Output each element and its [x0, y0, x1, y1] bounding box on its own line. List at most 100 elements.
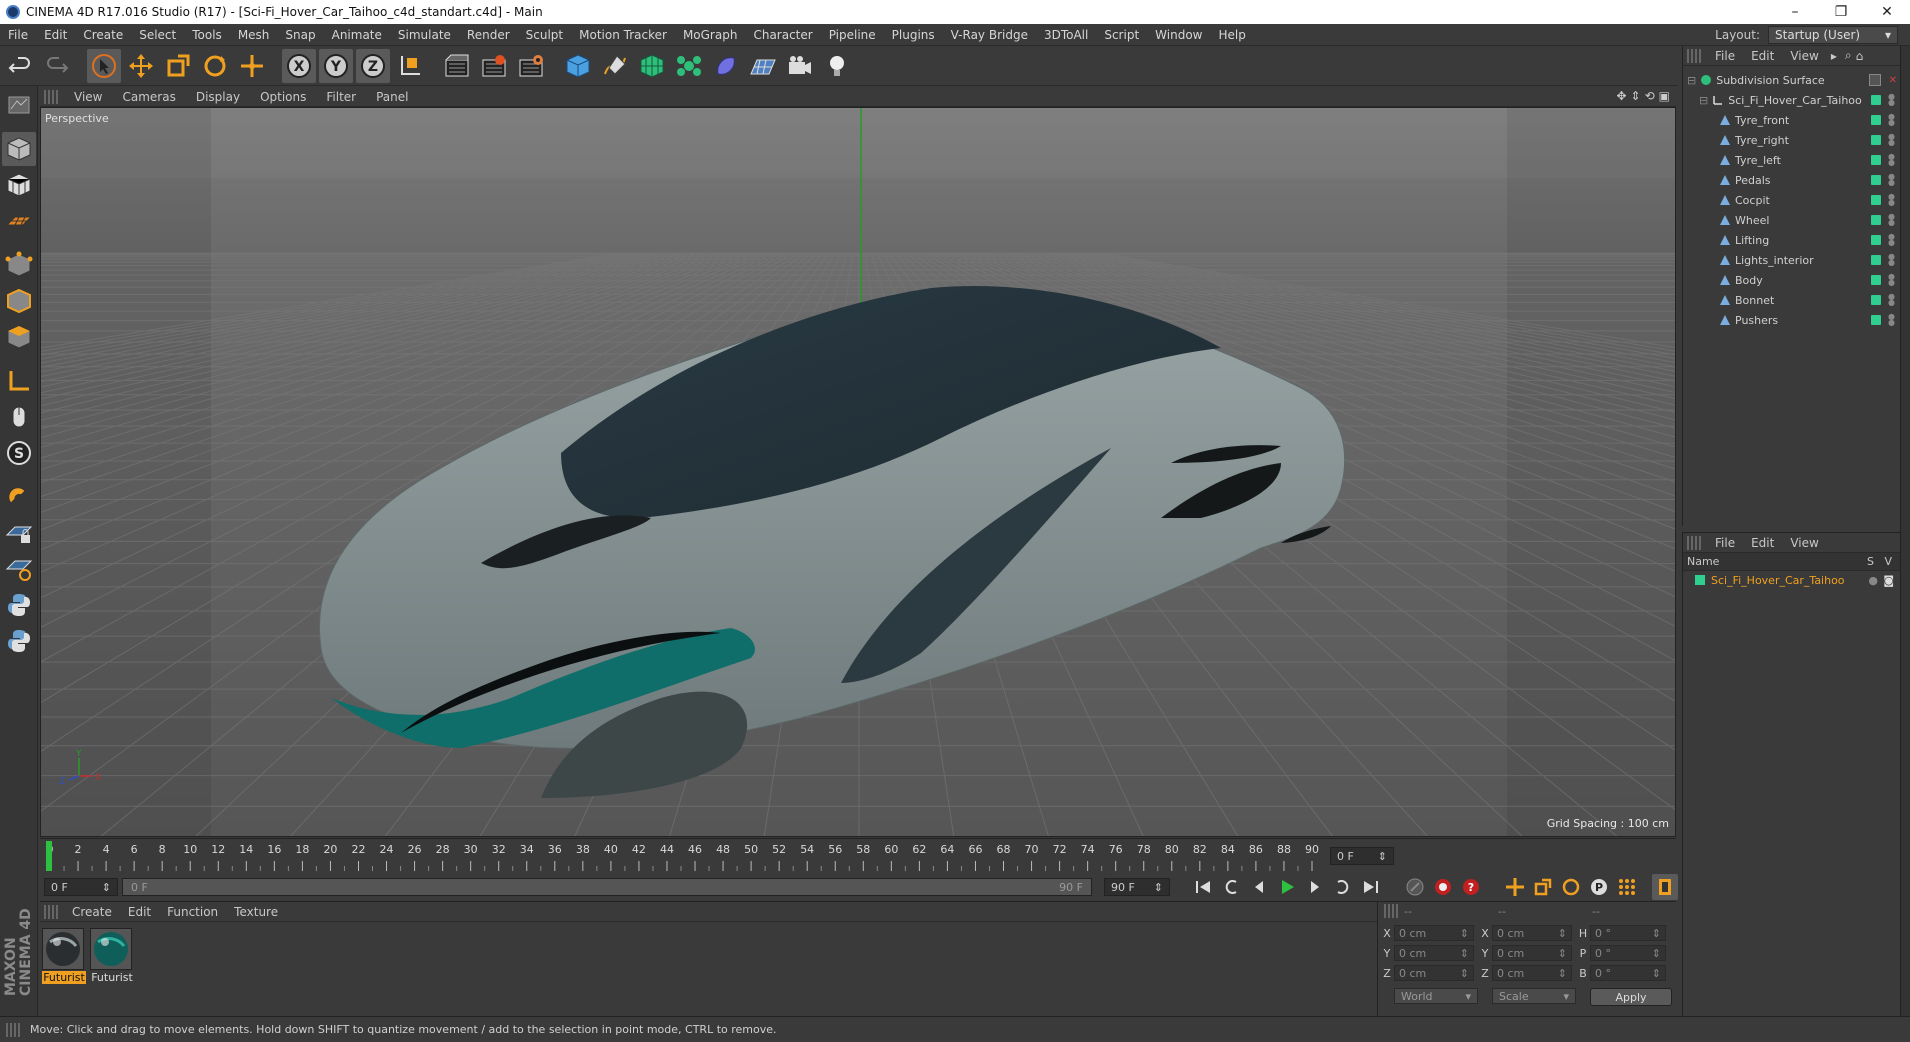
- panel-grip-icon[interactable]: [44, 89, 58, 104]
- current-frame-field[interactable]: 0 F ⇕: [1330, 847, 1394, 865]
- eye-icon[interactable]: ◙: [1883, 574, 1894, 587]
- viewport-menu-options[interactable]: Options: [250, 90, 316, 104]
- axis-mode-button[interactable]: [2, 364, 36, 398]
- visibility-dots-icon[interactable]: ● ●: [1888, 293, 1895, 307]
- visibility-dots-icon[interactable]: ● ●: [1888, 233, 1895, 247]
- key-position-button[interactable]: [1502, 874, 1528, 900]
- menu-simulate[interactable]: Simulate: [390, 28, 459, 42]
- visibility-dots-icon[interactable]: ● ●: [1888, 93, 1895, 107]
- visibility-dots-icon[interactable]: ● ●: [1888, 193, 1895, 207]
- objects-menu-file[interactable]: File: [1707, 49, 1743, 63]
- collapse-icon[interactable]: ⊟: [1687, 74, 1696, 87]
- timeline-window-button[interactable]: [1652, 874, 1678, 900]
- layers-menu-edit[interactable]: Edit: [1743, 536, 1782, 550]
- z-axis-lock-button[interactable]: Z: [356, 48, 390, 83]
- viewport-menu-display[interactable]: Display: [186, 90, 250, 104]
- redo-button[interactable]: [40, 49, 74, 83]
- visibility-dots-icon[interactable]: ● ●: [1888, 173, 1895, 187]
- visibility-dots-icon[interactable]: ● ●: [1888, 253, 1895, 267]
- object-row-body[interactable]: Body ● ●: [1683, 270, 1901, 290]
- points-mode-button[interactable]: [2, 248, 36, 282]
- object-row-wheel[interactable]: Wheel ● ●: [1683, 210, 1901, 230]
- polygons-mode-button[interactable]: [2, 320, 36, 354]
- add-light-button[interactable]: [820, 49, 854, 83]
- objects-menu-view[interactable]: View: [1782, 49, 1826, 63]
- live-transform-button[interactable]: [235, 49, 269, 83]
- timeline-ruler[interactable]: 0246810121416182022242628303234363840424…: [40, 838, 1676, 872]
- layers-menu-file[interactable]: File: [1707, 536, 1743, 550]
- menu-tools[interactable]: Tools: [184, 28, 230, 42]
- add-deformer-button[interactable]: [709, 49, 743, 83]
- menu-plugins[interactable]: Plugins: [884, 28, 943, 42]
- material-menu-create[interactable]: Create: [64, 905, 120, 919]
- maximize-view-icon[interactable]: ▣: [1659, 89, 1670, 103]
- menu-create[interactable]: Create: [75, 28, 131, 42]
- menu-render[interactable]: Render: [459, 28, 518, 42]
- panel-grip-icon[interactable]: [1687, 48, 1701, 63]
- size-z-field[interactable]: 0 cm ⇕: [1492, 965, 1572, 981]
- material-swatch[interactable]: Futurist: [90, 928, 134, 984]
- menu-animate[interactable]: Animate: [324, 28, 390, 42]
- magnet-button[interactable]: [2, 480, 36, 514]
- x-axis-lock-button[interactable]: X: [282, 48, 316, 83]
- render-settings-button[interactable]: [514, 49, 548, 83]
- add-camera-button[interactable]: [783, 49, 817, 83]
- dolly-view-icon[interactable]: ⇕: [1631, 89, 1641, 103]
- object-row-lifting[interactable]: Lifting ● ●: [1683, 230, 1901, 250]
- viewport-menu-view[interactable]: View: [64, 90, 112, 104]
- start-frame-field[interactable]: 0 F ⇕: [44, 878, 118, 896]
- object-row-tyre_front[interactable]: Tyre_front ● ●: [1683, 110, 1901, 130]
- python-script-button-1[interactable]: [2, 588, 36, 622]
- next-key-button[interactable]: [1330, 874, 1356, 900]
- motion-record-button[interactable]: [1402, 874, 1428, 900]
- autokeying-button[interactable]: ?: [1458, 874, 1484, 900]
- visibility-icon[interactable]: ✕: [1889, 75, 1897, 86]
- menu-mesh[interactable]: Mesh: [230, 28, 278, 42]
- panel-grip-icon[interactable]: [44, 904, 58, 919]
- playhead-marker[interactable]: [46, 841, 52, 871]
- menu-sculpt[interactable]: Sculpt: [518, 28, 571, 42]
- minimize-button[interactable]: –: [1772, 0, 1818, 24]
- key-scale-button[interactable]: [1530, 874, 1556, 900]
- viewport-menu-filter[interactable]: Filter: [316, 90, 366, 104]
- menu-pipeline[interactable]: Pipeline: [821, 28, 884, 42]
- size-y-field[interactable]: 0 cm ⇕: [1492, 945, 1572, 961]
- menu-snap[interactable]: Snap: [277, 28, 323, 42]
- object-row-subdivision[interactable]: ⊟ Subdivision Surface ✕: [1683, 70, 1901, 90]
- object-row-tyre_right[interactable]: Tyre_right ● ●: [1683, 130, 1901, 150]
- visibility-dots-icon[interactable]: ● ●: [1888, 153, 1895, 167]
- viewport-menu-panel[interactable]: Panel: [366, 90, 418, 104]
- close-button[interactable]: ✕: [1864, 0, 1910, 24]
- search-icon[interactable]: ⌕: [1845, 48, 1852, 63]
- key-rotation-button[interactable]: [1558, 874, 1584, 900]
- panel-grip-icon[interactable]: [1384, 904, 1398, 918]
- layout-dropdown[interactable]: Startup (User) ▾: [1768, 26, 1898, 44]
- go-to-start-button[interactable]: [1190, 874, 1216, 900]
- make-editable-button[interactable]: [2, 88, 36, 122]
- object-row-lights_interior[interactable]: Lights_interior ● ●: [1683, 250, 1901, 270]
- y-axis-lock-button[interactable]: Y: [319, 48, 353, 83]
- chevron-right-icon[interactable]: ▸: [1831, 49, 1837, 63]
- material-menu-function[interactable]: Function: [159, 905, 226, 919]
- perspective-viewport[interactable]: Y X Z Perspective Grid Spacing : 100 cm: [40, 107, 1676, 837]
- collapse-icon[interactable]: ⊟: [1699, 94, 1708, 107]
- layer-row[interactable]: Sci_Fi_Hover_Car_Taihoo ● ◙: [1683, 571, 1900, 589]
- go-to-end-button[interactable]: [1358, 874, 1384, 900]
- next-frame-button[interactable]: [1302, 874, 1328, 900]
- object-row-bonnet[interactable]: Bonnet ● ●: [1683, 290, 1901, 310]
- preview-range-slider[interactable]: 0 F 90 F: [122, 878, 1092, 896]
- menu-help[interactable]: Help: [1210, 28, 1253, 42]
- snap-toggle-button[interactable]: S: [2, 436, 36, 470]
- play-button[interactable]: [1274, 874, 1300, 900]
- menu-vray-bridge[interactable]: V-Ray Bridge: [943, 28, 1036, 42]
- size-x-field[interactable]: 0 cm ⇕: [1492, 925, 1572, 941]
- previous-frame-button[interactable]: [1246, 874, 1272, 900]
- key-pla-button[interactable]: [1614, 874, 1640, 900]
- coordinate-system-button[interactable]: [393, 49, 427, 83]
- visibility-dots-icon[interactable]: ● ●: [1888, 113, 1895, 127]
- position-x-field[interactable]: 0 cm ⇕: [1394, 925, 1474, 941]
- render-view-button[interactable]: [440, 49, 474, 83]
- add-floor-button[interactable]: [746, 49, 780, 83]
- model-mode-button[interactable]: [2, 132, 36, 166]
- visibility-dots-icon[interactable]: ● ●: [1888, 313, 1895, 327]
